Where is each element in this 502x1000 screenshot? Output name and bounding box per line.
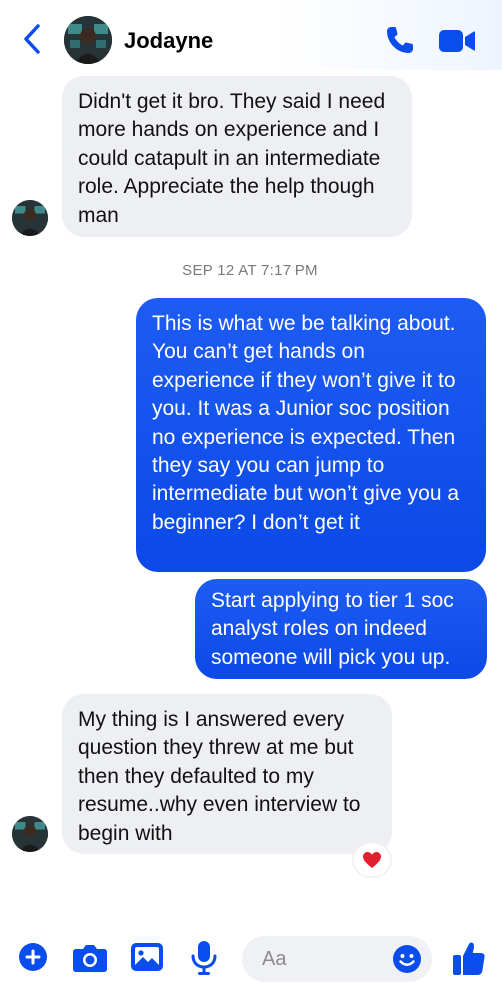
message-text: Start applying to tier 1 soc analyst rol… xyxy=(211,589,454,669)
message-timestamp: SEP 12 AT 7:17 PM xyxy=(182,262,318,279)
contact-avatar[interactable] xyxy=(64,16,112,64)
heart-reaction-icon[interactable] xyxy=(354,844,390,876)
message-text: This is what we be talking about. You ca… xyxy=(152,312,460,534)
sender-avatar[interactable] xyxy=(12,816,48,852)
outgoing-message[interactable]: Start applying to tier 1 soc analyst rol… xyxy=(195,579,487,679)
contact-name[interactable]: Jodayne xyxy=(124,28,213,54)
message-text: Didn't get it bro. They said I need more… xyxy=(78,90,386,227)
message-composer xyxy=(0,920,502,1000)
incoming-message[interactable]: My thing is I answered every question th… xyxy=(62,694,392,854)
video-call-icon[interactable] xyxy=(438,28,476,54)
plus-icon[interactable] xyxy=(18,942,48,972)
gallery-icon[interactable] xyxy=(130,942,164,972)
emoji-icon[interactable] xyxy=(392,944,422,974)
thumbs-up-icon[interactable] xyxy=(452,940,486,976)
camera-icon[interactable] xyxy=(72,942,108,974)
incoming-message[interactable]: Didn't get it bro. They said I need more… xyxy=(62,76,412,237)
back-chevron-icon[interactable] xyxy=(18,22,48,56)
message-text: My thing is I answered every question th… xyxy=(78,708,361,845)
microphone-icon[interactable] xyxy=(190,940,218,976)
outgoing-message[interactable]: This is what we be talking about. You ca… xyxy=(136,298,486,572)
phone-call-icon[interactable] xyxy=(384,24,416,56)
sender-avatar[interactable] xyxy=(12,200,48,236)
conversation-header: Jodayne xyxy=(0,0,502,70)
